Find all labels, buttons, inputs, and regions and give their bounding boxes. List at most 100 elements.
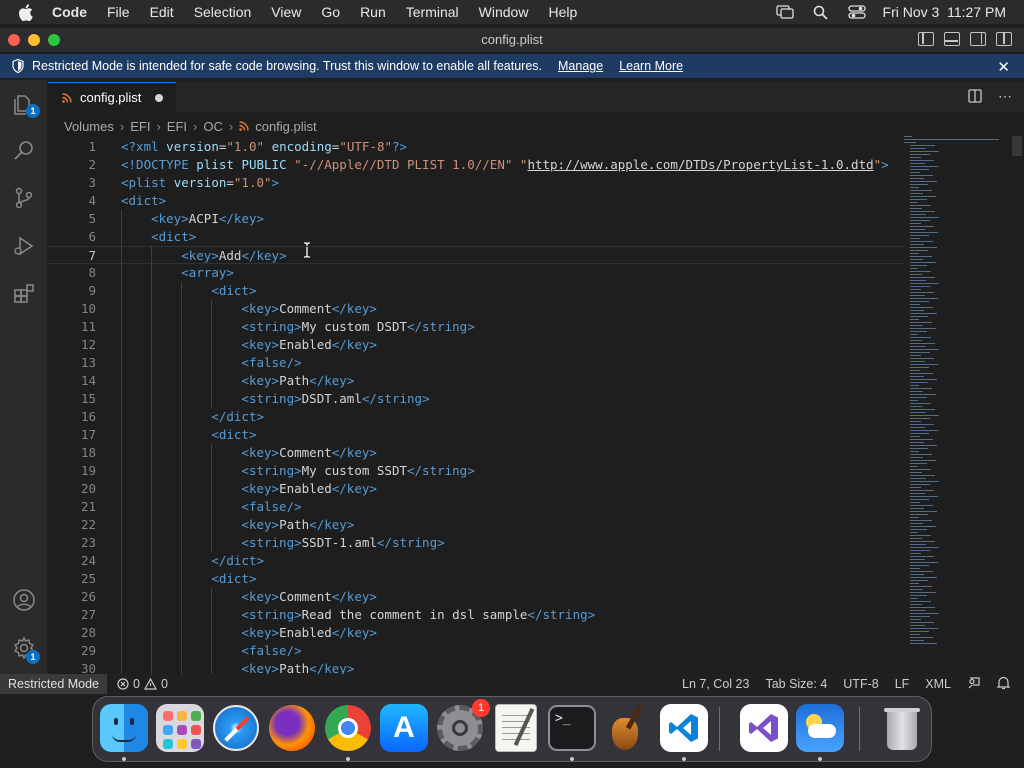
menu-app-name[interactable]: Code (52, 4, 87, 20)
trash-icon[interactable] (878, 704, 926, 752)
code-line[interactable]: 2 <!DOCTYPE plist PUBLIC "-//Apple//DTD P… (48, 156, 904, 174)
minimap-line (910, 640, 924, 641)
tab-config-plist[interactable]: config.plist (48, 82, 176, 112)
minimap-line (910, 469, 931, 470)
accounts-icon[interactable] (10, 586, 38, 614)
breadcrumb-file[interactable]: config.plist (255, 119, 316, 134)
minimap-line (910, 415, 939, 416)
breadcrumb-efi-inner[interactable]: EFI (167, 119, 187, 134)
breadcrumb-efi[interactable]: EFI (130, 119, 150, 134)
code-line[interactable]: 4 <dict> (48, 192, 904, 210)
editor-scrollbar[interactable] (1012, 136, 1022, 156)
code-text: <key>Enabled</key> (241, 481, 377, 496)
terminal-icon[interactable]: >_ (548, 704, 596, 752)
minimap-line (910, 187, 919, 188)
code-line[interactable]: 1 <?xml version="1.0" encoding="UTF-8"?> (48, 138, 904, 156)
code-line[interactable]: 26 <key>Comment</key> (48, 588, 904, 606)
code-line[interactable]: 28 <key>Enabled</key> (48, 624, 904, 642)
firefox-icon[interactable] (268, 704, 316, 752)
source-control-icon[interactable] (10, 184, 38, 212)
code-line[interactable]: 22 <key>Path</key> (48, 516, 904, 534)
menu-file[interactable]: File (107, 4, 130, 20)
menu-go[interactable]: Go (321, 4, 340, 20)
unsaved-dot-icon[interactable] (155, 93, 164, 102)
code-line[interactable]: 20 <key>Enabled</key> (48, 480, 904, 498)
launchpad-icon[interactable] (156, 704, 204, 752)
code-line[interactable]: 16 </dict> (48, 408, 904, 426)
code-line[interactable]: 21 <false/> (48, 498, 904, 516)
more-actions-icon[interactable]: ⋯ (998, 89, 1012, 106)
toggle-panel-icon[interactable] (944, 32, 960, 46)
apple-menu-icon[interactable] (18, 3, 36, 21)
code-line[interactable]: 7 <key>Add</key> (48, 246, 904, 264)
breadcrumb-oc[interactable]: OC (203, 119, 223, 134)
code-line[interactable]: 8 <array> (48, 264, 904, 282)
visual-studio-icon[interactable] (740, 704, 788, 752)
code-line[interactable]: 5 <key>ACPI</key> (48, 210, 904, 228)
menu-view[interactable]: View (271, 4, 301, 20)
menu-selection[interactable]: Selection (194, 4, 252, 20)
code-line[interactable]: 17 <dict> (48, 426, 904, 444)
control-center-icon[interactable] (847, 4, 867, 20)
finder-icon[interactable] (100, 704, 148, 752)
spotlight-search-icon[interactable] (811, 4, 831, 20)
customize-layout-icon[interactable] (996, 32, 1012, 46)
safari-icon[interactable] (212, 704, 260, 752)
problems-status[interactable]: 0 0 (117, 677, 168, 691)
tab-size-status[interactable]: Tab Size: 4 (765, 677, 827, 691)
chrome-icon[interactable] (324, 704, 372, 752)
banner-manage-link[interactable]: Manage (558, 59, 603, 73)
breadcrumb-volumes[interactable]: Volumes (64, 119, 114, 134)
code-editor[interactable]: 1 <?xml version="1.0" encoding="UTF-8"?> 2… (48, 136, 1024, 674)
eol-status[interactable]: LF (895, 677, 910, 691)
code-line[interactable]: 13 <false/> (48, 354, 904, 372)
minimap[interactable] (900, 136, 1010, 674)
banner-learn-more-link[interactable]: Learn More (619, 59, 683, 73)
code-line[interactable]: 9 <dict> (48, 282, 904, 300)
code-line[interactable]: 23 <string>SSDT-1.aml</string> (48, 534, 904, 552)
code-line[interactable]: 19 <string>My custom SSDT</string> (48, 462, 904, 480)
run-and-debug-icon[interactable] (10, 232, 38, 260)
minimap-line (910, 595, 927, 596)
screen-mirroring-icon[interactable] (775, 4, 795, 20)
code-line[interactable]: 25 <dict> (48, 570, 904, 588)
weather-icon[interactable] (796, 704, 844, 752)
banner-close-icon[interactable]: ✕ (997, 58, 1010, 76)
search-icon[interactable] (10, 136, 38, 164)
restricted-mode-status[interactable]: Restricted Mode (0, 674, 108, 694)
code-line[interactable]: 10 <key>Comment</key> (48, 300, 904, 318)
code-line[interactable]: 11 <string>My custom DSDT</string> (48, 318, 904, 336)
code-line[interactable]: 29 <false/> (48, 642, 904, 660)
split-editor-icon[interactable] (968, 89, 982, 106)
extensions-icon[interactable] (10, 280, 38, 308)
minimap-line (910, 301, 929, 302)
language-mode-status[interactable]: XML (925, 677, 951, 691)
cursor-position-status[interactable]: Ln 7, Col 23 (682, 677, 749, 691)
menu-run[interactable]: Run (360, 4, 386, 20)
menu-help[interactable]: Help (548, 4, 577, 20)
code-line[interactable]: 6 <dict> (48, 228, 904, 246)
code-line[interactable]: 14 <key>Path</key> (48, 372, 904, 390)
code-text: <string>My custom SSDT</string> (241, 463, 475, 478)
code-line[interactable]: 27 <string>Read the comment in dsl sampl… (48, 606, 904, 624)
textedit-icon[interactable] (492, 704, 540, 752)
instruments-icon[interactable] (604, 704, 652, 752)
menu-bar-clock[interactable]: Fri Nov 3 11:27 PM (883, 4, 1006, 20)
code-line[interactable]: 24 </dict> (48, 552, 904, 570)
menu-terminal[interactable]: Terminal (406, 4, 459, 20)
code-line[interactable]: 3 <plist version="1.0"> (48, 174, 904, 192)
code-line[interactable]: 30 <key>Path</key> (48, 660, 904, 674)
code-line[interactable]: 12 <key>Enabled</key> (48, 336, 904, 354)
minimap-line (910, 265, 927, 266)
notifications-bell-icon[interactable] (996, 676, 1011, 693)
menu-window[interactable]: Window (479, 4, 529, 20)
encoding-status[interactable]: UTF-8 (843, 677, 878, 691)
vscode-icon[interactable] (660, 704, 708, 752)
app-store-icon[interactable]: A (380, 704, 428, 752)
toggle-secondary-sidebar-icon[interactable] (970, 32, 986, 46)
menu-edit[interactable]: Edit (150, 4, 174, 20)
toggle-primary-sidebar-icon[interactable] (918, 32, 934, 46)
code-line[interactable]: 18 <key>Comment</key> (48, 444, 904, 462)
code-line[interactable]: 15 <string>DSDT.aml</string> (48, 390, 904, 408)
feedback-icon[interactable] (967, 676, 981, 693)
